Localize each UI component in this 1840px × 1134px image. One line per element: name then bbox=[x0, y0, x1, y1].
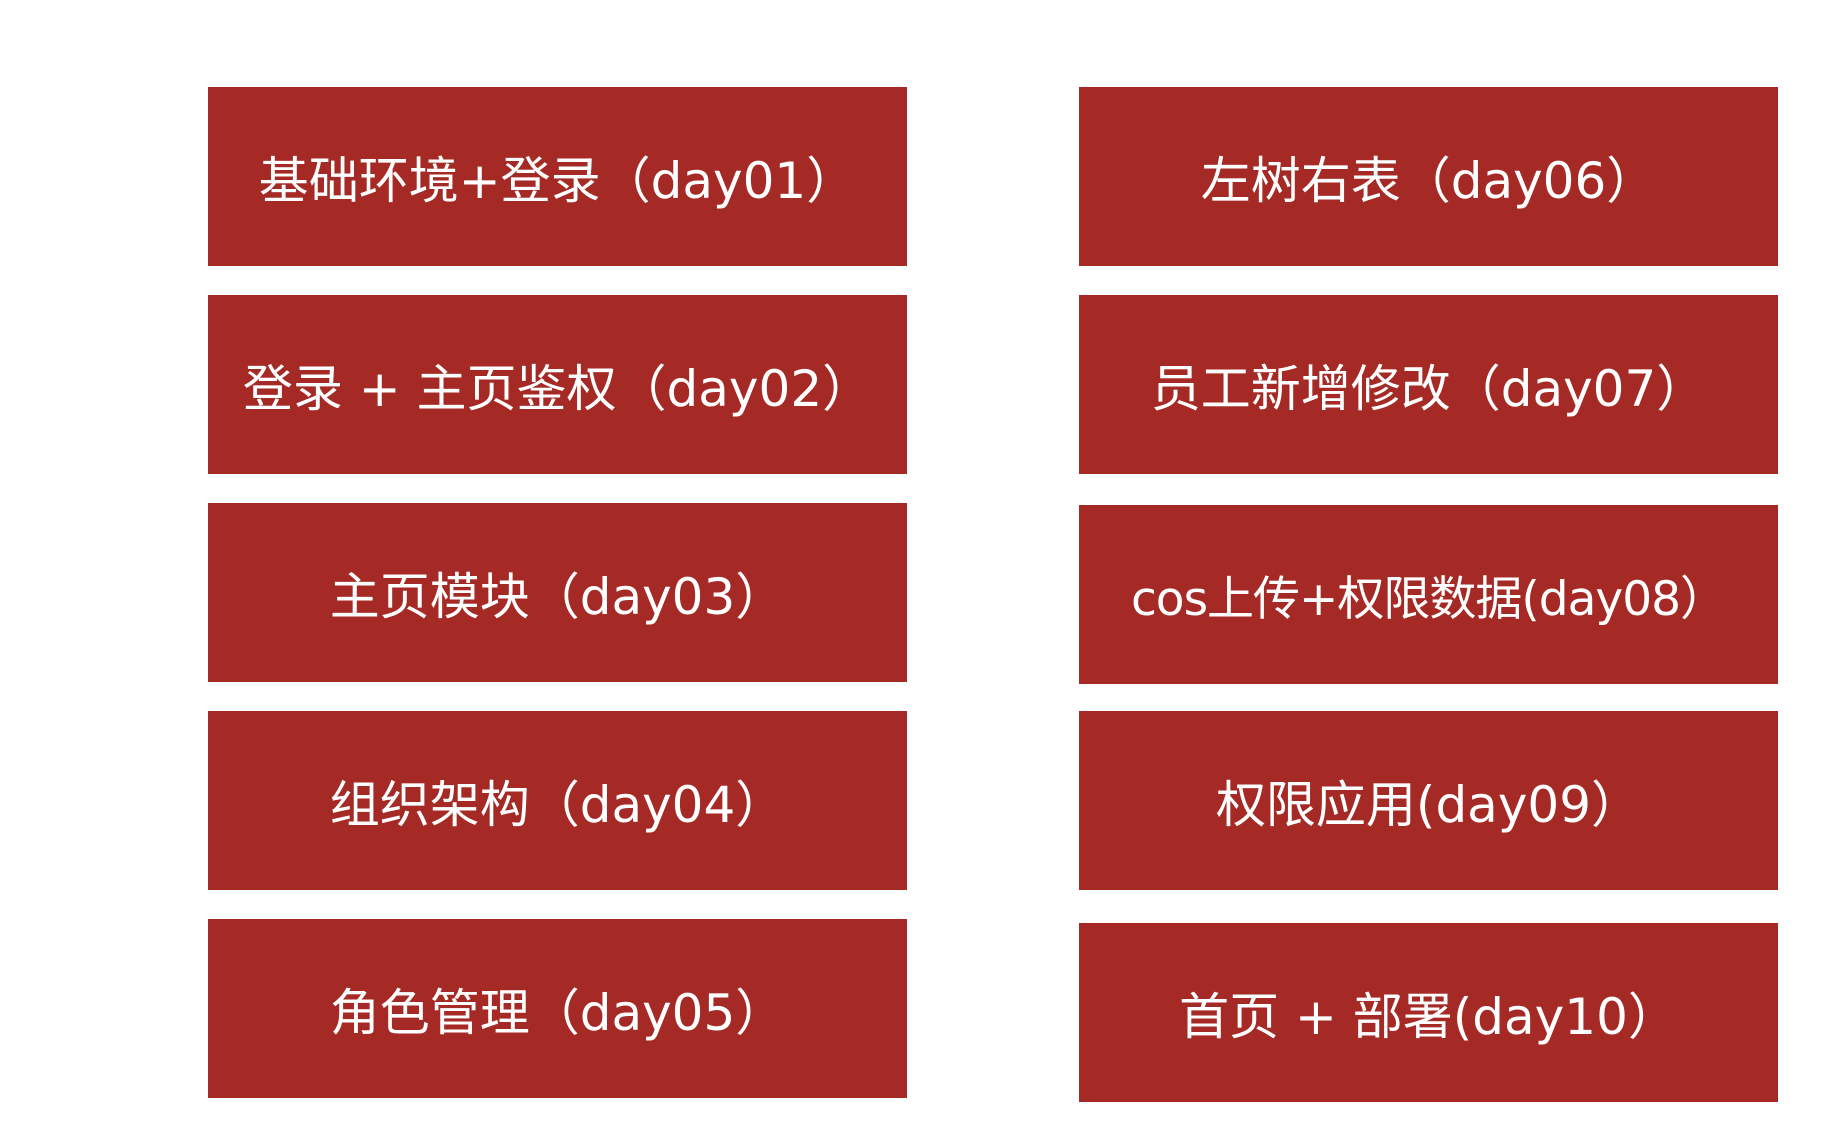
module-label: 权限应用(day09） bbox=[1215, 775, 1642, 834]
module-label: 登录 + 主页鉴权（day02） bbox=[242, 359, 873, 418]
module-box-day07: 员工新增修改（day07） bbox=[1079, 295, 1778, 474]
module-label: 首页 + 部署(day10） bbox=[1179, 987, 1678, 1046]
module-box-day09: 权限应用(day09） bbox=[1079, 711, 1778, 890]
course-schedule-diagram: 基础环境+登录（day01） 登录 + 主页鉴权（day02） 主页模块（day… bbox=[0, 0, 1840, 1134]
module-box-day03: 主页模块（day03） bbox=[208, 503, 907, 682]
module-label: 组织架构（day04） bbox=[329, 775, 786, 834]
module-label: 左树右表（day06） bbox=[1200, 151, 1657, 210]
module-box-day04: 组织架构（day04） bbox=[208, 711, 907, 890]
module-label: 员工新增修改（day07） bbox=[1150, 359, 1707, 418]
module-label: 主页模块（day03） bbox=[329, 567, 786, 626]
module-label: 基础环境+登录（day01） bbox=[258, 151, 857, 210]
module-box-day02: 登录 + 主页鉴权（day02） bbox=[208, 295, 907, 474]
module-box-day05: 角色管理（day05） bbox=[208, 919, 907, 1098]
module-box-day10: 首页 + 部署(day10） bbox=[1079, 923, 1778, 1102]
module-box-day06: 左树右表（day06） bbox=[1079, 87, 1778, 266]
module-box-day01: 基础环境+登录（day01） bbox=[208, 87, 907, 266]
module-box-day08: cos上传+权限数据(day08） bbox=[1079, 505, 1778, 684]
module-label: cos上传+权限数据(day08） bbox=[1130, 572, 1727, 627]
module-label: 角色管理（day05） bbox=[329, 983, 786, 1042]
